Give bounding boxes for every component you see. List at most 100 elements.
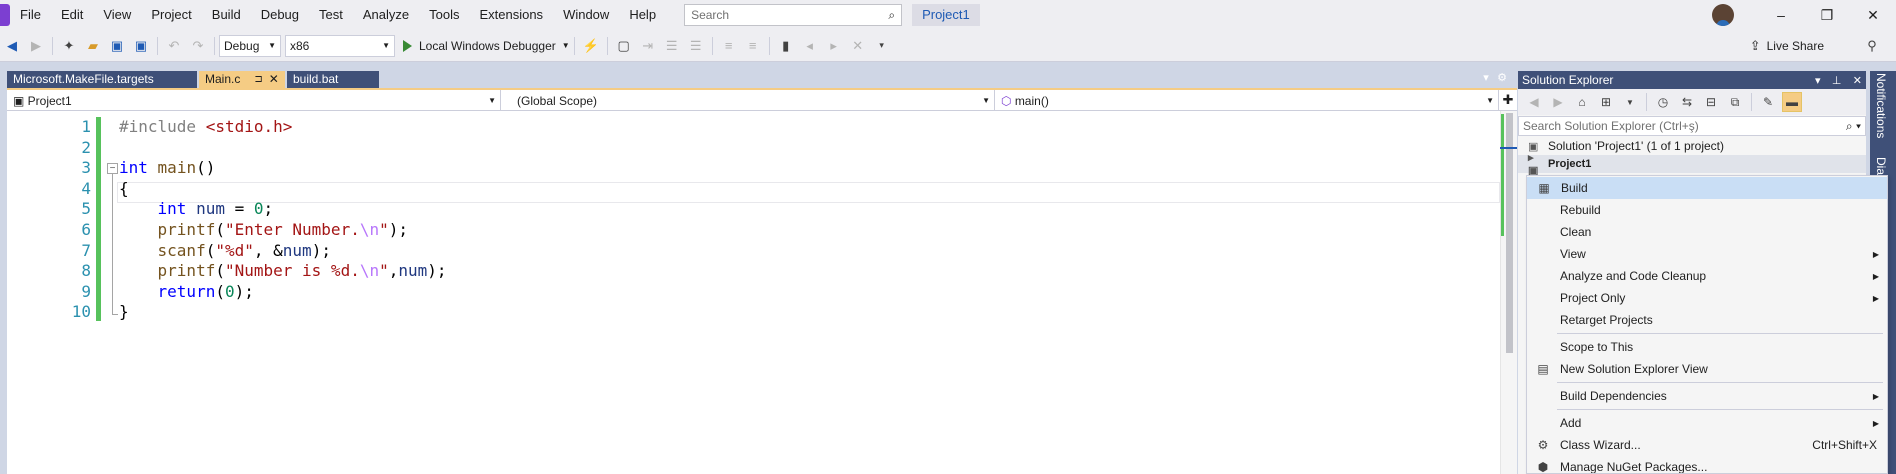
code-editor[interactable]: 1 2 3 4 5 6 7 8 9 10 − #include <stdio.h> int main… bbox=[7, 111, 1517, 474]
submenu-arrow-icon: ▶ bbox=[1872, 249, 1879, 259]
bookmark-icon[interactable]: ▮ bbox=[776, 36, 796, 56]
next-bookmark-icon[interactable]: ▸ bbox=[824, 36, 844, 56]
preview-icon[interactable]: ▬ bbox=[1782, 92, 1802, 112]
visual-studio-logo-icon[interactable] bbox=[0, 4, 10, 26]
diagnostics-tab[interactable]: Dia bbox=[1874, 157, 1888, 175]
context-menu-item-clean[interactable]: Clean bbox=[1527, 221, 1887, 243]
member-dropdown[interactable]: ⬡ main() ▼ bbox=[995, 90, 1499, 111]
properties-icon[interactable]: ✎ bbox=[1758, 92, 1778, 112]
menu-view[interactable]: View bbox=[93, 0, 141, 30]
project-dropdown[interactable]: ▣ Project1 ▼ bbox=[7, 90, 501, 111]
show-all-files-icon[interactable]: ⧉ bbox=[1725, 92, 1745, 112]
close-icon[interactable]: ✕ bbox=[1853, 75, 1862, 87]
home-icon[interactable]: ⌂ bbox=[1572, 92, 1592, 112]
forward-icon[interactable]: ▶ bbox=[1548, 92, 1568, 112]
menu-tools[interactable]: Tools bbox=[419, 0, 469, 30]
vertical-scrollbar[interactable] bbox=[1500, 111, 1517, 474]
menu-help[interactable]: Help bbox=[619, 0, 666, 30]
context-menu-item-build-dependencies[interactable]: Build Dependencies ▶ bbox=[1527, 385, 1887, 407]
collapse-icon[interactable]: − bbox=[107, 163, 118, 174]
menu-window[interactable]: Window bbox=[553, 0, 619, 30]
start-debugging-button[interactable]: Local Windows Debugger ▼ bbox=[403, 39, 570, 53]
forward-icon[interactable]: ▶ bbox=[26, 36, 46, 56]
step-icon[interactable]: ⇥ bbox=[638, 36, 658, 56]
code-token: printf bbox=[157, 261, 216, 281]
outdent-icon[interactable]: ☰ bbox=[686, 36, 706, 56]
tree-item-solution[interactable]: ▣ Solution 'Project1' (1 of 1 project) bbox=[1518, 137, 1866, 155]
minimize-button[interactable]: – bbox=[1758, 0, 1804, 30]
line-number: 2 bbox=[81, 137, 91, 157]
back-icon[interactable]: ◀ bbox=[2, 36, 22, 56]
tab-makefile-targets[interactable]: Microsoft.MakeFile.targets bbox=[7, 71, 197, 88]
code-token: 0 bbox=[253, 199, 264, 219]
feedback-icon[interactable]: ⚲ bbox=[1862, 36, 1882, 56]
screenshot-icon[interactable]: ▢ bbox=[614, 36, 634, 56]
clear-bookmarks-icon[interactable]: ✕ bbox=[848, 36, 868, 56]
menu-item-label: Project Only bbox=[1560, 291, 1626, 305]
settings-icon[interactable]: ⚙ bbox=[1494, 71, 1510, 84]
split-editor-icon[interactable]: ✚ bbox=[1499, 90, 1517, 110]
toolbar-overflow-icon[interactable]: ▾ bbox=[872, 36, 892, 56]
prev-bookmark-icon[interactable]: ◂ bbox=[800, 36, 820, 56]
live-share-button[interactable]: ⇪ Live Share bbox=[1750, 30, 1824, 62]
context-menu-item-scope-to-this[interactable]: Scope to This bbox=[1527, 336, 1887, 358]
context-menu-item-add[interactable]: Add ▶ bbox=[1527, 412, 1887, 434]
menu-file[interactable]: File bbox=[10, 0, 51, 30]
tab-main-c[interactable]: Main.c ⊐ ✕ bbox=[199, 71, 285, 88]
close-button[interactable]: ✕ bbox=[1850, 0, 1896, 30]
context-menu-item-analyze-and-code-cleanup[interactable]: Analyze and Code Cleanup ▶ bbox=[1527, 265, 1887, 287]
menu-extensions[interactable]: Extensions bbox=[469, 0, 553, 30]
sync-icon[interactable]: ⇆ bbox=[1677, 92, 1697, 112]
search-input[interactable]: Search ⌕ bbox=[684, 4, 903, 26]
save-icon[interactable]: ▣ bbox=[107, 36, 127, 56]
back-icon[interactable]: ◀ bbox=[1524, 92, 1544, 112]
solution-search-input[interactable]: Search Solution Explorer (Ctrl+ş) ⌕ ▾ bbox=[1518, 116, 1866, 136]
chevron-down-icon[interactable]: ▼ bbox=[1620, 92, 1640, 112]
line-number: 1 bbox=[81, 117, 91, 136]
menu-build[interactable]: Build bbox=[202, 0, 251, 30]
uncomment-icon[interactable]: ≡ bbox=[743, 36, 763, 56]
context-menu-item-build[interactable]: ▦ Build bbox=[1527, 177, 1887, 199]
menu-edit[interactable]: Edit bbox=[51, 0, 93, 30]
close-icon[interactable]: ✕ bbox=[269, 71, 279, 88]
context-menu-item-project-only[interactable]: Project Only ▶ bbox=[1527, 287, 1887, 309]
open-folder-icon[interactable]: ▰ bbox=[83, 36, 103, 56]
tab-build-bat[interactable]: build.bat bbox=[287, 71, 379, 88]
save-all-icon[interactable]: ▣ bbox=[131, 36, 151, 56]
navigation-bar: ▣ Project1 ▼ (Global Scope) ▼ ⬡ main() ▼… bbox=[7, 90, 1517, 111]
context-menu-item-rebuild[interactable]: Rebuild bbox=[1527, 199, 1887, 221]
tree-item-project[interactable]: ▸ ▣ Project1 bbox=[1518, 152, 1866, 177]
redo-icon[interactable]: ↷ bbox=[188, 36, 208, 56]
undo-icon[interactable]: ↶ bbox=[164, 36, 184, 56]
code-token: ); bbox=[427, 261, 447, 281]
menu-debug[interactable]: Debug bbox=[251, 0, 309, 30]
menu-analyze[interactable]: Analyze bbox=[353, 0, 419, 30]
context-menu-item-retarget-projects[interactable]: Retarget Projects bbox=[1527, 309, 1887, 331]
tab-list-icon[interactable]: ▾ bbox=[1478, 71, 1494, 84]
menu-test[interactable]: Test bbox=[309, 0, 353, 30]
context-menu-item-manage-nuget-packages[interactable]: ⬢ Manage NuGet Packages... bbox=[1527, 456, 1887, 473]
restore-button[interactable]: ❐ bbox=[1804, 0, 1850, 30]
menu-project[interactable]: Project bbox=[141, 0, 201, 30]
context-menu-item-class-wizard[interactable]: ⚙ Class Wizard... Ctrl+Shift+X bbox=[1527, 434, 1887, 456]
indent-icon[interactable]: ☰ bbox=[662, 36, 682, 56]
new-project-icon[interactable]: ✦ bbox=[59, 36, 79, 56]
context-menu-item-view[interactable]: View ▶ bbox=[1527, 243, 1887, 265]
chevron-down-icon: ▼ bbox=[268, 41, 276, 50]
history-icon[interactable]: ◷ bbox=[1653, 92, 1673, 112]
dropdown-icon[interactable]: ▾ bbox=[1815, 75, 1821, 87]
platform-dropdown[interactable]: x86 ▼ bbox=[285, 34, 395, 57]
pin-icon[interactable]: ⊥ bbox=[1832, 75, 1842, 87]
tree-item-label: Project1 bbox=[1548, 158, 1592, 170]
comment-icon[interactable]: ≡ bbox=[719, 36, 739, 56]
switch-views-icon[interactable]: ⊞ bbox=[1596, 92, 1616, 112]
pin-icon[interactable]: ⊐ bbox=[254, 71, 262, 88]
hot-reload-icon[interactable]: ⚡ bbox=[581, 36, 601, 56]
avatar[interactable] bbox=[1712, 4, 1734, 26]
configuration-dropdown[interactable]: Debug ▼ bbox=[219, 34, 281, 57]
notifications-tab[interactable]: Notifications bbox=[1874, 73, 1888, 138]
scrollbar-thumb[interactable] bbox=[1506, 113, 1513, 353]
collapse-all-icon[interactable]: ⊟ bbox=[1701, 92, 1721, 112]
scope-dropdown[interactable]: (Global Scope) ▼ bbox=[501, 90, 995, 111]
context-menu-item-new-solution-explorer-view[interactable]: ▤ New Solution Explorer View bbox=[1527, 358, 1887, 380]
